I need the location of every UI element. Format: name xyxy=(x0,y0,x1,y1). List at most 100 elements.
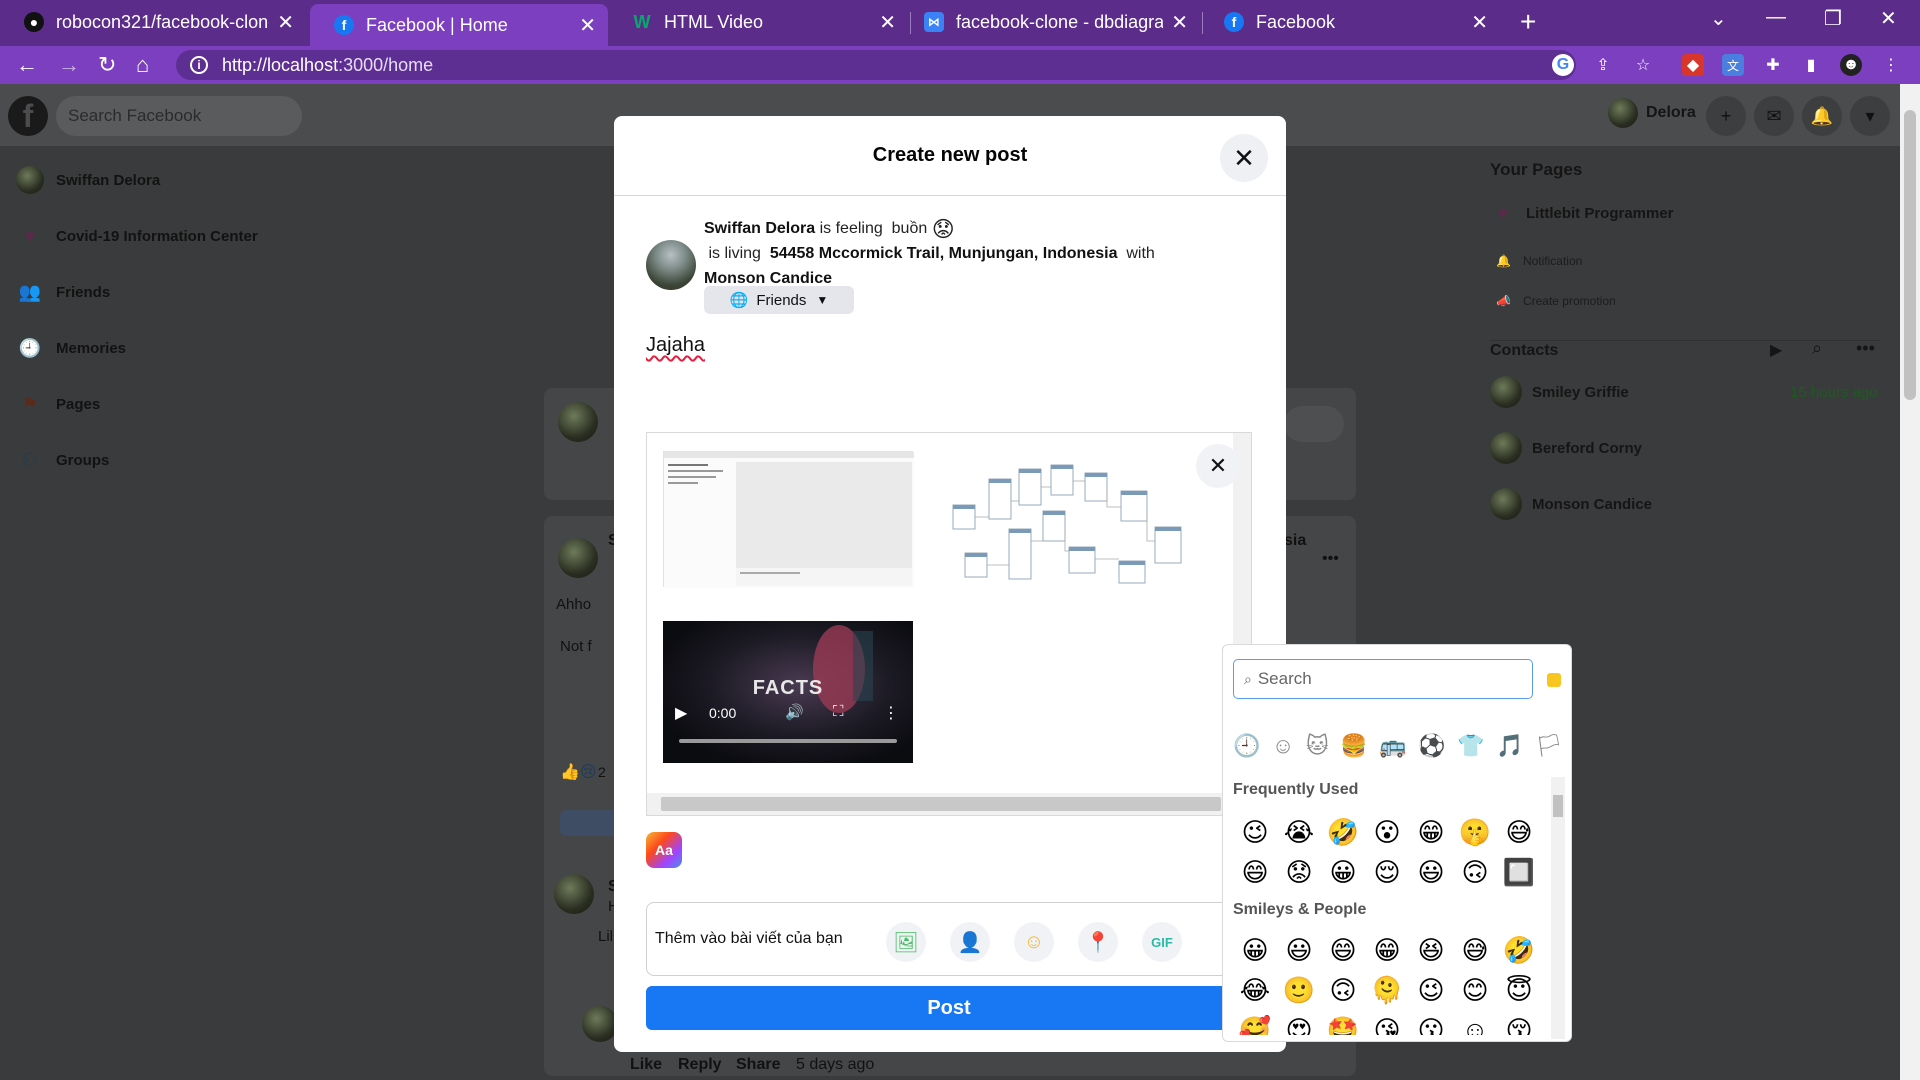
left-item-profile[interactable]: Swiffan Delora xyxy=(16,166,160,194)
emoji-option[interactable]: 😄 xyxy=(1233,857,1277,887)
animals-category-icon[interactable]: 🐱 xyxy=(1306,733,1329,759)
translate-icon[interactable]: 文 xyxy=(1722,54,1744,76)
close-tab-icon[interactable]: ✕ xyxy=(879,10,896,35)
home-icon[interactable]: ⌂ xyxy=(136,52,149,78)
travel-category-icon[interactable]: 🚌 xyxy=(1379,733,1406,759)
emoji-option[interactable]: 😇 xyxy=(1497,975,1533,1005)
video-progress-bar[interactable] xyxy=(679,739,897,743)
new-tab-button[interactable]: + xyxy=(1520,6,1536,38)
contact-item[interactable]: Monson Candice xyxy=(1490,488,1652,520)
comment-like-link[interactable]: Like xyxy=(630,1056,662,1074)
notification-link[interactable]: 🔔 Notification xyxy=(1496,254,1582,268)
composer-input[interactable] xyxy=(1284,406,1344,442)
contact-item[interactable]: Smiley Griffie xyxy=(1490,376,1629,408)
emoji-scrollbar-thumb[interactable] xyxy=(1553,795,1563,817)
emoji-option[interactable]: 🤣 xyxy=(1321,817,1365,847)
left-item-friends[interactable]: 👥 Friends xyxy=(16,278,110,306)
emoji-option[interactable]: 😉 xyxy=(1409,975,1453,1005)
emoji-option[interactable]: 🙃 xyxy=(1453,857,1497,887)
image-thumbnail[interactable] xyxy=(663,451,914,588)
recent-category-icon[interactable]: 🕘 xyxy=(1233,733,1260,759)
facebook-logo[interactable]: f xyxy=(8,96,48,136)
create-promotion-link[interactable]: 📣 Create promotion xyxy=(1496,294,1616,308)
like-action[interactable] xyxy=(560,810,620,836)
profile-pill[interactable]: Delora xyxy=(1608,98,1696,128)
food-category-icon[interactable]: 🍔 xyxy=(1340,733,1367,759)
photo-icon[interactable]: 🖼 xyxy=(886,922,926,962)
close-tab-icon[interactable]: ✕ xyxy=(277,10,294,35)
play-icon[interactable]: ▶ xyxy=(675,703,687,723)
left-item-groups[interactable]: ⚇ Groups xyxy=(16,446,109,474)
emoji-option[interactable]: 😀 xyxy=(1233,935,1277,965)
tab-dbdiagram[interactable]: ⋈ facebook-clone - dbdiagram.io ✕ xyxy=(900,2,1200,42)
symbols-category-icon[interactable]: 🎵 xyxy=(1496,733,1523,759)
author-name[interactable]: Swiffan Delora xyxy=(704,220,815,237)
emoji-option[interactable]: 🫠 xyxy=(1365,975,1409,1005)
contact-item[interactable]: Bereford Corny xyxy=(1490,432,1642,464)
emoji-option[interactable]: 😁 xyxy=(1409,817,1453,847)
extensions-puzzle-icon[interactable]: ✚ xyxy=(1762,54,1784,76)
tag-people-icon[interactable]: 👤 xyxy=(950,922,990,962)
emoji-option[interactable]: 🤫 xyxy=(1453,817,1497,847)
emoji-option[interactable]: 😘 xyxy=(1365,1015,1409,1035)
minimize-button[interactable]: — xyxy=(1766,6,1786,29)
facebook-search-input[interactable]: Search Facebook xyxy=(56,96,302,136)
feeling-icon[interactable]: ☺ xyxy=(1014,922,1054,962)
emoji-option[interactable]: 🤩 xyxy=(1321,1015,1365,1035)
emoji-option[interactable]: 😁 xyxy=(1365,935,1409,965)
contacts-search-icon[interactable]: ⌕ xyxy=(1812,338,1822,359)
contacts-more-icon[interactable]: ••• xyxy=(1856,338,1875,359)
profile-avatar-icon[interactable]: ☻ xyxy=(1840,54,1862,76)
smileys-category-icon[interactable]: ☺ xyxy=(1272,733,1294,759)
extension-red-icon[interactable]: ◆ xyxy=(1682,54,1704,76)
page-scrollbar-thumb[interactable] xyxy=(1904,110,1916,400)
tab-html-video[interactable]: W HTML Video ✕ xyxy=(608,2,908,42)
tab-github[interactable]: ● robocon321/facebook-clone-fe ✕ xyxy=(0,2,306,42)
video-thumbnail[interactable]: FACTS ▶ 0:00 🔊 ⛶ ⋮ xyxy=(663,621,913,763)
close-window-button[interactable]: ✕ xyxy=(1880,6,1897,31)
left-item-memories[interactable]: 🕘 Memories xyxy=(16,334,126,362)
emoji-option[interactable]: 😭 xyxy=(1277,817,1321,847)
location-icon[interactable]: 📍 xyxy=(1078,922,1118,962)
left-item-pages[interactable]: ⚑ Pages xyxy=(16,390,100,418)
browser-menu-icon[interactable]: ⋮ xyxy=(1880,54,1902,76)
page-item[interactable]: ♥ Littlebit Programmer xyxy=(1490,200,1674,226)
video-more-icon[interactable]: ⋮ xyxy=(883,703,899,723)
tab-search-icon[interactable]: ⌄ xyxy=(1710,6,1727,31)
emoji-option[interactable]: 😂 xyxy=(1233,975,1277,1005)
emoji-option[interactable]: 😟 xyxy=(1277,857,1321,887)
side-panel-icon[interactable]: ▮ xyxy=(1800,54,1822,76)
activity-category-icon[interactable]: ⚽ xyxy=(1418,733,1445,759)
gif-icon[interactable]: GIF xyxy=(1142,922,1182,962)
more-icon[interactable]: ••• xyxy=(1322,550,1339,568)
emoji-option[interactable]: 😅 xyxy=(1497,817,1541,847)
comment-share-link[interactable]: Share xyxy=(736,1056,780,1074)
reload-icon[interactable]: ↻ xyxy=(98,52,116,78)
emoji-option[interactable]: 🙃 xyxy=(1321,975,1365,1005)
back-icon[interactable]: ← xyxy=(16,52,38,78)
share-icon[interactable]: ⇪ xyxy=(1592,54,1614,76)
emoji-option[interactable]: 😍 xyxy=(1277,1015,1321,1035)
skin-tone-selector[interactable] xyxy=(1547,673,1561,687)
flags-category-icon[interactable]: 🏳 xyxy=(1535,733,1563,759)
emoji-option[interactable]: 🙂 xyxy=(1277,975,1321,1005)
emoji-option[interactable]: 😮 xyxy=(1365,817,1409,847)
forward-icon[interactable]: → xyxy=(58,52,80,78)
google-icon[interactable]: G xyxy=(1552,54,1574,76)
emoji-option[interactable]: 🔲 xyxy=(1497,857,1541,887)
fullscreen-icon[interactable]: ⛶ xyxy=(833,703,844,720)
image-thumbnail[interactable] xyxy=(939,451,1189,587)
post-button[interactable]: Post xyxy=(646,986,1252,1030)
text-background-button[interactable]: Aa xyxy=(646,832,682,868)
emoji-option[interactable]: 😀 xyxy=(1321,857,1365,887)
emoji-option[interactable]: 😃 xyxy=(1277,935,1321,965)
emoji-option[interactable]: 😅 xyxy=(1453,935,1497,965)
emoji-option[interactable]: ☺ xyxy=(1453,1015,1497,1035)
account-menu-icon[interactable]: ▾ xyxy=(1850,96,1890,136)
tab-facebook-home[interactable]: f Facebook | Home ✕ xyxy=(310,4,608,46)
post-text-input[interactable]: Jajaha xyxy=(646,334,705,357)
close-modal-button[interactable]: ✕ xyxy=(1220,134,1268,182)
close-tab-icon[interactable]: ✕ xyxy=(1171,10,1188,35)
video-call-icon[interactable]: ▶ xyxy=(1770,340,1782,360)
messenger-icon[interactable]: ✉ xyxy=(1754,96,1794,136)
